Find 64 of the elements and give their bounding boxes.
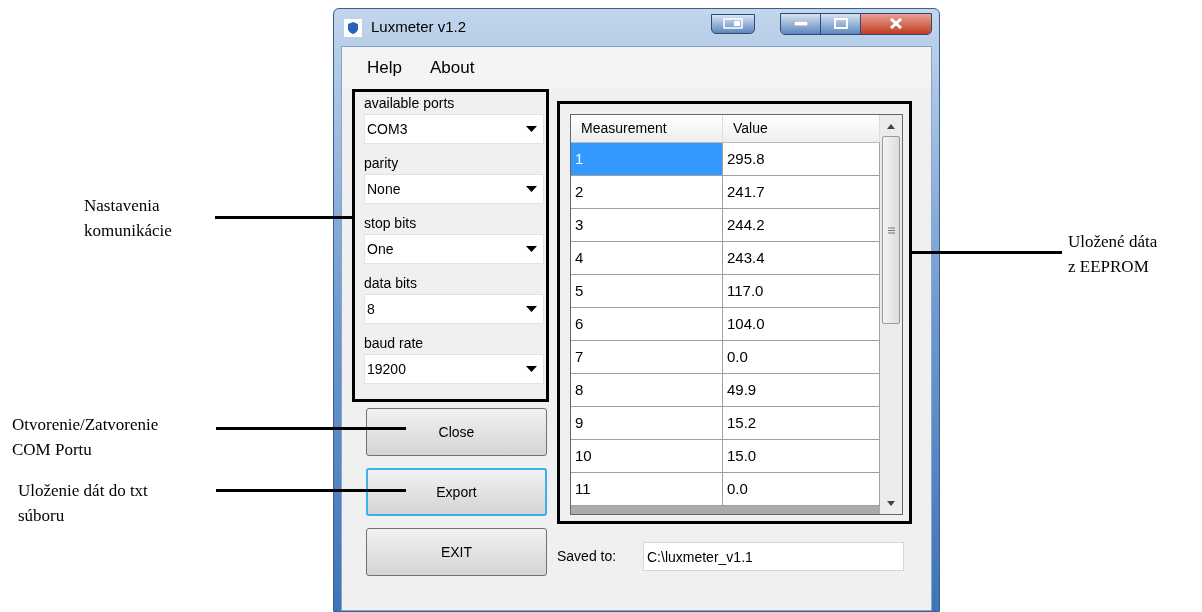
table-cell: 0.0: [723, 473, 880, 506]
action-button[interactable]: Export: [366, 468, 547, 516]
scroll-up-icon: [887, 124, 895, 129]
field-label: parity: [364, 154, 400, 173]
dropdown-caret-icon: [526, 306, 537, 312]
saved-to-label: Saved to:: [557, 547, 618, 566]
scrollbar[interactable]: [880, 115, 902, 514]
maximize-icon: [833, 18, 848, 29]
menu-item[interactable]: About: [429, 55, 475, 81]
app-icon: [344, 18, 362, 37]
close-window-button[interactable]: [861, 13, 931, 34]
dropdown-caret-icon: [526, 246, 537, 252]
scroll-thumb[interactable]: [882, 136, 900, 324]
dropdown[interactable]: None: [364, 174, 544, 204]
table-cell: 295.8: [723, 143, 880, 176]
table-cell: 6: [571, 308, 723, 341]
action-button[interactable]: Close: [366, 408, 547, 456]
saved-path-field[interactable]: C:\luxmeter_v1.1: [643, 542, 904, 571]
table-cell: 15.2: [723, 407, 880, 440]
grip-icon: [887, 226, 895, 234]
table-cell: 9: [571, 407, 723, 440]
maximize-button[interactable]: [821, 13, 861, 34]
action-button[interactable]: EXIT: [366, 528, 547, 576]
table-cell: 104.0: [723, 308, 880, 341]
table-cell: 3: [571, 209, 723, 242]
field-label: stop bits: [364, 214, 418, 233]
annotation-label: Uloženie dát do txt súboru: [18, 480, 148, 527]
table-cell: 5: [571, 275, 723, 308]
table-cell: 49.9: [723, 374, 880, 407]
switch-window-button[interactable]: [711, 13, 755, 34]
annotation-label: Uložené dáta z EEPROM: [1068, 231, 1158, 278]
close-icon: [889, 18, 903, 29]
window-title: Luxmeter v1.2: [371, 17, 467, 38]
window-switch-icon: [723, 18, 743, 29]
table-cell: 11: [571, 473, 723, 506]
dropdown[interactable]: 19200: [364, 354, 544, 384]
table-cell: 243.4: [723, 242, 880, 275]
table-cell: 241.7: [723, 176, 880, 209]
field-label: available ports: [364, 94, 456, 113]
table-cell: 0.0: [723, 341, 880, 374]
dropdown-caret-icon: [526, 366, 537, 372]
minimize-button[interactable]: [781, 13, 821, 34]
scroll-down-icon: [887, 501, 895, 506]
dropdown[interactable]: One: [364, 234, 544, 264]
table-cell: 7: [571, 341, 723, 374]
column-header[interactable]: Measurement: [571, 115, 723, 142]
table-cell: 117.0: [723, 275, 880, 308]
field-label: data bits: [364, 274, 418, 293]
dropdown-caret-icon: [526, 186, 537, 192]
table-cell: 2: [571, 176, 723, 209]
dropdown[interactable]: COM3: [364, 114, 544, 144]
annotation-label: Otvorenie/Zatvorenie COM Portu: [12, 414, 159, 461]
table-cell: 4: [571, 242, 723, 275]
dropdown-caret-icon: [526, 126, 537, 132]
field-label: baud rate: [364, 334, 425, 353]
table-cell: 244.2: [723, 209, 880, 242]
table-cell: 10: [571, 440, 723, 473]
dropdown[interactable]: 8: [364, 294, 544, 324]
annotation-label: Nastavenia komunikácie: [84, 195, 172, 242]
table-cell: 15.0: [723, 440, 880, 473]
table-cell: 8: [571, 374, 723, 407]
minimize-icon: [793, 21, 808, 26]
menu-item[interactable]: Help: [367, 55, 402, 81]
table-cell: 1: [571, 143, 723, 176]
